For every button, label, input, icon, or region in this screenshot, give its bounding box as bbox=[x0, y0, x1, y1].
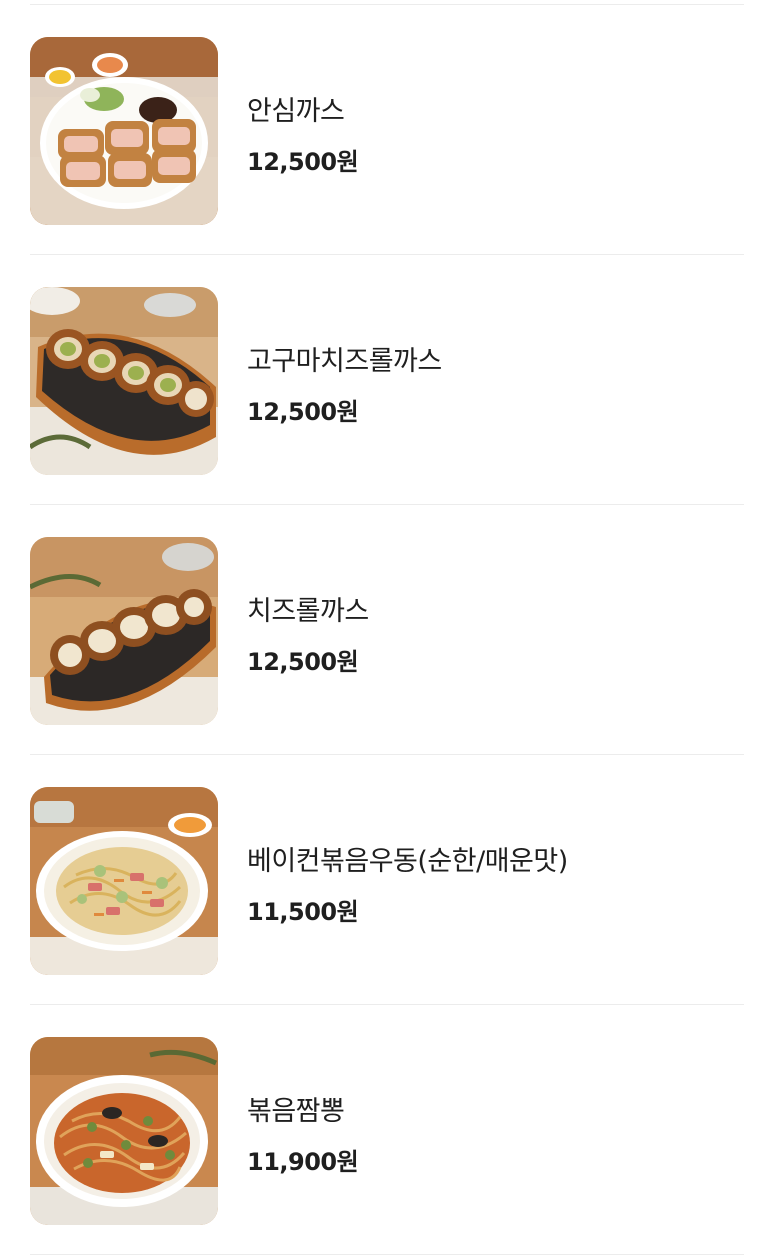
menu-item-name: 베이컨볶음우동(순한/매운맛) bbox=[247, 846, 568, 877]
menu-item-price: 11,500원 bbox=[247, 898, 359, 926]
menu-item-name: 볶음짬뽕 bbox=[247, 1096, 345, 1127]
menu-item-name: 고구마치즈롤까스 bbox=[247, 346, 442, 377]
menu-item-name: 치즈롤까스 bbox=[247, 596, 369, 627]
menu-item-price: 12,500원 bbox=[247, 648, 359, 676]
divider bbox=[30, 1254, 744, 1255]
menu-item-sweet-potato-cheese-roll-katsu[interactable]: 고구마치즈롤까스 12,500원 bbox=[0, 255, 773, 504]
menu-item-stir-fried-jjamppong[interactable]: 볶음짬뽕 11,900원 bbox=[0, 1005, 773, 1254]
menu-item-image bbox=[30, 1037, 218, 1225]
menu-item-image bbox=[30, 287, 218, 475]
menu-item-ansim-katsu[interactable]: 안심까스 12,500원 bbox=[0, 5, 773, 254]
menu-item-cheese-roll-katsu[interactable]: 치즈롤까스 12,500원 bbox=[0, 505, 773, 754]
menu-item-image bbox=[30, 37, 218, 225]
menu-item-name: 안심까스 bbox=[247, 96, 345, 127]
menu-item-price: 11,900원 bbox=[247, 1148, 359, 1176]
menu-item-image bbox=[30, 787, 218, 975]
menu-item-bacon-stir-fried-udon[interactable]: 베이컨볶음우동(순한/매운맛) 11,500원 bbox=[0, 755, 773, 1004]
menu-item-image bbox=[30, 537, 218, 725]
menu-item-price: 12,500원 bbox=[247, 148, 359, 176]
menu-list: 안심까스 12,500원 고구마치즈롤까스 12,500원 치즈롤까스 12,5… bbox=[0, 0, 773, 1257]
menu-item-price: 12,500원 bbox=[247, 398, 359, 426]
